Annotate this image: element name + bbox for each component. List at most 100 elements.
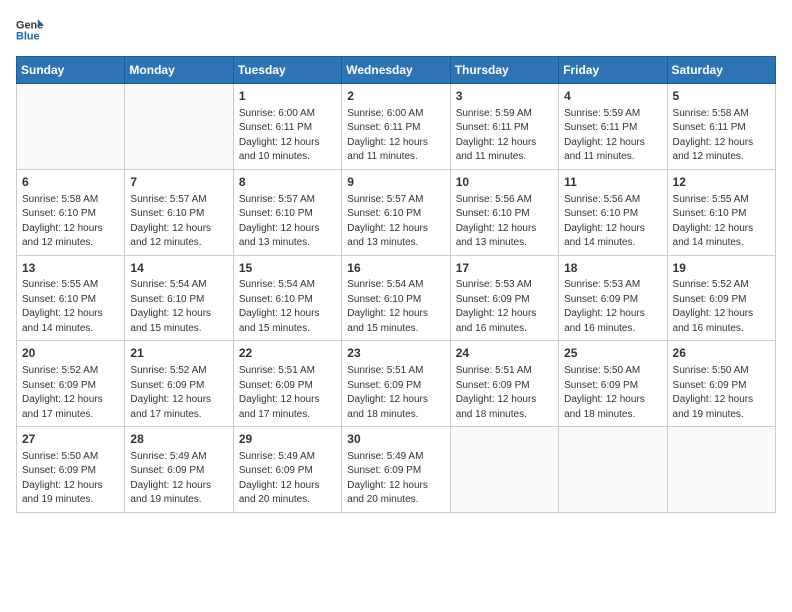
week-row-2: 6 Sunrise: 5:58 AM Sunset: 6:10 PM Daylig… [17,169,776,255]
header-wednesday: Wednesday [342,57,450,84]
calendar-cell: 8 Sunrise: 5:57 AM Sunset: 6:10 PM Daylig… [233,169,341,255]
cell-info: Sunrise: 5:53 AM Sunset: 6:09 PM Dayligh… [456,278,553,336]
calendar-cell: 12 Sunrise: 5:55 AM Sunset: 6:10 PM Dayli… [667,169,775,255]
day-number: 25 [564,345,661,362]
day-number: 22 [239,345,336,362]
day-number: 23 [347,345,444,362]
header-tuesday: Tuesday [233,57,341,84]
svg-text:Blue: Blue [16,30,40,42]
calendar-cell: 6 Sunrise: 5:58 AM Sunset: 6:10 PM Daylig… [17,169,125,255]
week-row-1: 1 Sunrise: 6:00 AM Sunset: 6:11 PM Daylig… [17,84,776,170]
cell-info: Sunrise: 5:57 AM Sunset: 6:10 PM Dayligh… [130,193,227,251]
header-monday: Monday [125,57,233,84]
header-friday: Friday [559,57,667,84]
cell-info: Sunrise: 5:50 AM Sunset: 6:09 PM Dayligh… [564,364,661,422]
day-number: 9 [347,174,444,191]
calendar-cell: 24 Sunrise: 5:51 AM Sunset: 6:09 PM Dayli… [450,341,558,427]
day-number: 26 [673,345,770,362]
calendar-cell: 30 Sunrise: 5:49 AM Sunset: 6:09 PM Dayli… [342,427,450,513]
calendar-table: SundayMondayTuesdayWednesdayThursdayFrid… [16,56,776,513]
week-row-5: 27 Sunrise: 5:50 AM Sunset: 6:09 PM Dayli… [17,427,776,513]
calendar-cell: 20 Sunrise: 5:52 AM Sunset: 6:09 PM Dayli… [17,341,125,427]
day-number: 29 [239,431,336,448]
page-header: General Blue [16,16,776,44]
day-number: 27 [22,431,119,448]
logo-icon: General Blue [16,16,44,44]
day-number: 11 [564,174,661,191]
calendar-cell: 16Sunrise: 5:54 AM Sunset: 6:10 PM Dayli… [342,255,450,341]
cell-info: Sunrise: 5:55 AM Sunset: 6:10 PM Dayligh… [22,278,119,336]
cell-info: Sunrise: 5:54 AM Sunset: 6:10 PM Dayligh… [239,278,336,336]
day-number: 7 [130,174,227,191]
day-number: 3 [456,88,553,105]
day-number: 21 [130,345,227,362]
day-number: 15 [239,260,336,277]
calendar-cell: 19Sunrise: 5:52 AM Sunset: 6:09 PM Dayli… [667,255,775,341]
cell-info: Sunrise: 6:00 AM Sunset: 6:11 PM Dayligh… [347,107,444,165]
day-number: 17 [456,260,553,277]
cell-info: Sunrise: 5:59 AM Sunset: 6:11 PM Dayligh… [564,107,661,165]
cell-info: Sunrise: 6:00 AM Sunset: 6:11 PM Dayligh… [239,107,336,165]
calendar-cell: 1 Sunrise: 6:00 AM Sunset: 6:11 PM Daylig… [233,84,341,170]
logo: General Blue [16,16,44,44]
cell-info: Sunrise: 5:56 AM Sunset: 6:10 PM Dayligh… [564,193,661,251]
day-number: 4 [564,88,661,105]
cell-info: Sunrise: 5:57 AM Sunset: 6:10 PM Dayligh… [239,193,336,251]
cell-info: Sunrise: 5:57 AM Sunset: 6:10 PM Dayligh… [347,193,444,251]
calendar-cell: 2 Sunrise: 6:00 AM Sunset: 6:11 PM Daylig… [342,84,450,170]
day-number: 6 [22,174,119,191]
cell-info: Sunrise: 5:51 AM Sunset: 6:09 PM Dayligh… [347,364,444,422]
day-number: 5 [673,88,770,105]
cell-info: Sunrise: 5:54 AM Sunset: 6:10 PM Dayligh… [130,278,227,336]
calendar-cell: 15Sunrise: 5:54 AM Sunset: 6:10 PM Dayli… [233,255,341,341]
day-number: 19 [673,260,770,277]
calendar-cell: 26 Sunrise: 5:50 AM Sunset: 6:09 PM Dayli… [667,341,775,427]
calendar-cell: 13Sunrise: 5:55 AM Sunset: 6:10 PM Dayli… [17,255,125,341]
day-number: 14 [130,260,227,277]
day-number: 8 [239,174,336,191]
day-number: 13 [22,260,119,277]
calendar-cell [559,427,667,513]
calendar-cell: 9 Sunrise: 5:57 AM Sunset: 6:10 PM Daylig… [342,169,450,255]
cell-info: Sunrise: 5:52 AM Sunset: 6:09 PM Dayligh… [22,364,119,422]
calendar-cell: 4 Sunrise: 5:59 AM Sunset: 6:11 PM Daylig… [559,84,667,170]
calendar-cell: 29 Sunrise: 5:49 AM Sunset: 6:09 PM Dayli… [233,427,341,513]
day-number: 12 [673,174,770,191]
calendar-cell: 11 Sunrise: 5:56 AM Sunset: 6:10 PM Dayli… [559,169,667,255]
cell-info: Sunrise: 5:51 AM Sunset: 6:09 PM Dayligh… [456,364,553,422]
cell-info: Sunrise: 5:50 AM Sunset: 6:09 PM Dayligh… [22,450,119,508]
calendar-cell: 28Sunrise: 5:49 AM Sunset: 6:09 PM Dayli… [125,427,233,513]
calendar-cell: 21 Sunrise: 5:52 AM Sunset: 6:09 PM Dayli… [125,341,233,427]
calendar-cell: 18Sunrise: 5:53 AM Sunset: 6:09 PM Dayli… [559,255,667,341]
cell-info: Sunrise: 5:49 AM Sunset: 6:09 PM Dayligh… [347,450,444,508]
cell-info: Sunrise: 5:59 AM Sunset: 6:11 PM Dayligh… [456,107,553,165]
calendar-header-row: SundayMondayTuesdayWednesdayThursdayFrid… [17,57,776,84]
cell-info: Sunrise: 5:55 AM Sunset: 6:10 PM Dayligh… [673,193,770,251]
cell-info: Sunrise: 5:49 AM Sunset: 6:09 PM Dayligh… [239,450,336,508]
cell-info: Sunrise: 5:50 AM Sunset: 6:09 PM Dayligh… [673,364,770,422]
header-saturday: Saturday [667,57,775,84]
calendar-cell: 7 Sunrise: 5:57 AM Sunset: 6:10 PM Daylig… [125,169,233,255]
day-number: 10 [456,174,553,191]
header-thursday: Thursday [450,57,558,84]
calendar-cell [667,427,775,513]
cell-info: Sunrise: 5:52 AM Sunset: 6:09 PM Dayligh… [130,364,227,422]
day-number: 24 [456,345,553,362]
calendar-cell: 3 Sunrise: 5:59 AM Sunset: 6:11 PM Daylig… [450,84,558,170]
calendar-cell: 14Sunrise: 5:54 AM Sunset: 6:10 PM Dayli… [125,255,233,341]
cell-info: Sunrise: 5:52 AM Sunset: 6:09 PM Dayligh… [673,278,770,336]
calendar-cell: 23 Sunrise: 5:51 AM Sunset: 6:09 PM Dayli… [342,341,450,427]
calendar-cell: 27 Sunrise: 5:50 AM Sunset: 6:09 PM Dayli… [17,427,125,513]
cell-info: Sunrise: 5:58 AM Sunset: 6:10 PM Dayligh… [22,193,119,251]
day-number: 30 [347,431,444,448]
cell-info: Sunrise: 5:58 AM Sunset: 6:11 PM Dayligh… [673,107,770,165]
calendar-body: 1 Sunrise: 6:00 AM Sunset: 6:11 PM Daylig… [17,84,776,513]
day-number: 1 [239,88,336,105]
cell-info: Sunrise: 5:54 AM Sunset: 6:10 PM Dayligh… [347,278,444,336]
week-row-3: 13Sunrise: 5:55 AM Sunset: 6:10 PM Dayli… [17,255,776,341]
header-sunday: Sunday [17,57,125,84]
day-number: 28 [130,431,227,448]
day-number: 2 [347,88,444,105]
calendar-cell: 10Sunrise: 5:56 AM Sunset: 6:10 PM Dayli… [450,169,558,255]
day-number: 20 [22,345,119,362]
